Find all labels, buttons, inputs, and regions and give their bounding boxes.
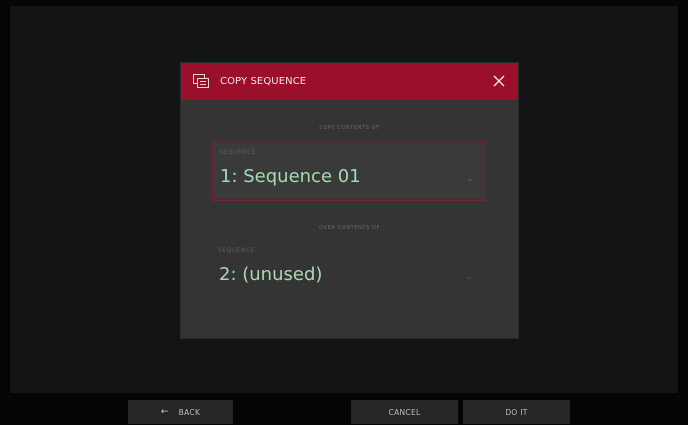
arrow-left-icon: ← [160, 407, 169, 417]
cancel-button[interactable]: CANCEL [351, 400, 458, 424]
close-icon[interactable] [492, 74, 506, 88]
copy-sequence-icon [193, 74, 209, 88]
dialog-header: COPY SEQUENCE [181, 63, 518, 100]
destination-section-label: OVER CONTENTS OF [319, 225, 380, 231]
bottom-bar [0, 400, 688, 425]
do-it-button[interactable]: DO IT [463, 400, 570, 424]
chevron-down-icon [467, 179, 473, 182]
dialog-title: COPY SEQUENCE [220, 76, 307, 87]
destination-field-label: SEQUENCE [218, 247, 255, 254]
source-section-label: COPY CONTENTS OF [319, 125, 380, 131]
destination-sequence-field[interactable]: SEQUENCE 2: (unused) [212, 240, 484, 298]
back-button-label: BACK [178, 407, 201, 417]
cancel-button-label: CANCEL [388, 407, 421, 417]
source-sequence-value: 1: Sequence 01 [220, 166, 361, 187]
do-it-button-label: DO IT [505, 407, 528, 417]
source-sequence-field[interactable]: SEQUENCE 1: Sequence 01 [212, 141, 486, 201]
chevron-down-icon [466, 277, 472, 280]
copy-sequence-dialog: COPY SEQUENCE COPY CONTENTS OF SEQUENCE … [181, 63, 518, 338]
destination-sequence-value: 2: (unused) [219, 264, 323, 285]
source-field-label: SEQUENCE [219, 149, 256, 156]
back-button[interactable]: ← BACK [128, 400, 233, 424]
